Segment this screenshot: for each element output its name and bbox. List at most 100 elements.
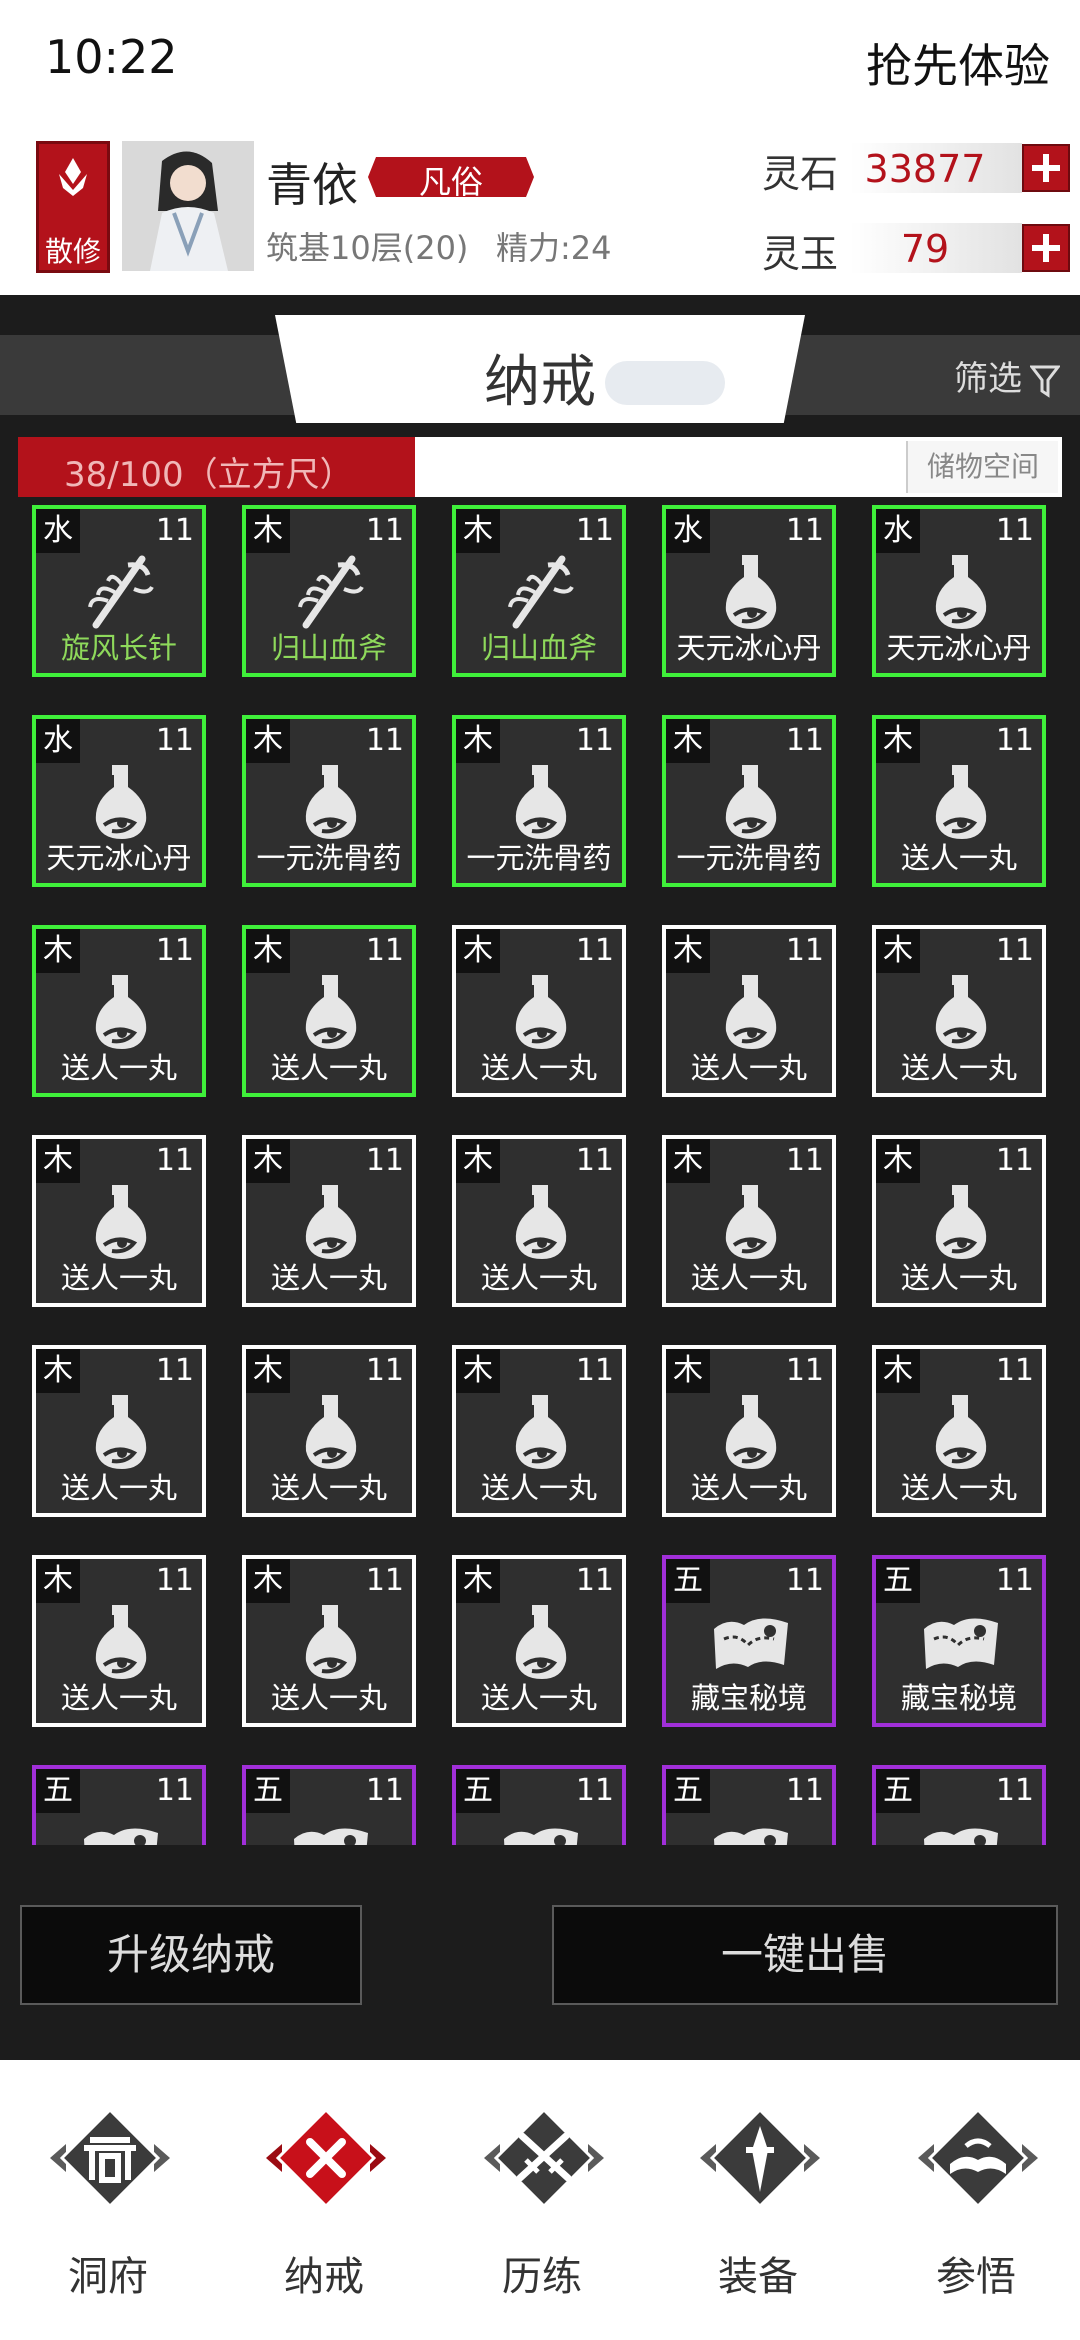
inventory-item[interactable]: 木 11 送人一丸 [32,925,206,1097]
inventory-item[interactable]: 木 11 送人一丸 [662,925,836,1097]
element-tag: 木 [456,1349,500,1393]
inventory-item[interactable]: 木 11 送人一丸 [872,1135,1046,1307]
storage-space-button[interactable]: 储物空间 [906,441,1058,493]
inventory-item[interactable]: 木 11 一元洗骨药 [242,715,416,887]
nav-item-3[interactable]: 装备 [668,2100,848,2300]
inventory-item[interactable]: 木 11 送人一丸 [452,925,626,1097]
energy-text: 精力:24 [496,229,612,267]
item-name: 天元冰心丹 [886,631,1032,665]
bottom-nav: 洞府 纳戒 历练 装备 参悟 [0,2060,1080,2340]
element-tag: 水 [36,509,80,553]
pill-bottle-icon [78,969,164,1055]
upgrade-ring-button[interactable]: 升级纳戒 [20,1905,362,2005]
inventory-item[interactable]: 水 11 天元冰心丹 [662,505,836,677]
pill-bottle-icon [78,759,164,845]
crossed-swords-icon [484,2107,604,2209]
nav-item-0[interactable]: 洞府 [18,2100,198,2300]
inventory-item[interactable]: 木 11 送人一丸 [452,1555,626,1727]
early-access-label[interactable]: 抢先体验 [866,30,1050,96]
item-level: 11 [365,1143,404,1178]
inventory-item[interactable]: 木 11 送人一丸 [872,1345,1046,1517]
inventory-item[interactable]: 木 11 送人一丸 [242,1555,416,1727]
element-tag: 木 [36,1559,80,1603]
inventory-item[interactable]: 木 11 送人一丸 [872,715,1046,887]
weapon-icon [288,549,374,635]
element-tag: 五 [666,1559,710,1603]
inventory-item[interactable]: 木 11 归山血斧 [452,505,626,677]
sell-all-button[interactable]: 一键出售 [552,1905,1058,2005]
inventory-item[interactable]: 木 11 送人一丸 [452,1345,626,1517]
inventory-item[interactable]: 木 11 送人一丸 [242,925,416,1097]
add-spirit-jade-button[interactable] [1022,224,1070,272]
item-name: 送人一丸 [690,1471,807,1505]
nav-item-2[interactable]: 历练 [452,2100,632,2300]
inventory-item[interactable]: 五 11 [242,1765,416,1845]
inventory-item[interactable]: 木 11 送人一丸 [32,1555,206,1727]
storage-ring-panel: 纳戒 筛选 38/100（立方尺） 储物空间 水 11 旋风长针木 11 归山血斧木 11… [0,295,1080,2060]
element-tag: 木 [666,929,710,973]
action-row: 升级纳戒 一键出售 [0,1905,1080,2015]
element-tag: 水 [36,719,80,763]
inventory-item[interactable]: 木 11 一元洗骨药 [452,715,626,887]
inventory-item[interactable]: 五 11 [662,1765,836,1845]
inventory-item[interactable]: 五 11 藏宝秘境 [872,1555,1046,1727]
element-tag: 木 [246,1559,290,1603]
element-tag: 水 [876,509,920,553]
inventory-item[interactable]: 木 11 送人一丸 [452,1135,626,1307]
filter-label: 筛选 [954,359,1022,399]
inventory-item[interactable]: 木 11 一元洗骨药 [662,715,836,887]
treasure-map-icon [708,1809,794,1845]
inventory-item[interactable]: 木 11 送人一丸 [242,1345,416,1517]
inventory-item[interactable]: 木 11 送人一丸 [242,1135,416,1307]
element-tag: 木 [876,1139,920,1183]
item-name: 送人一丸 [480,1681,597,1715]
filter-button[interactable]: 筛选 [954,351,1062,400]
pill-bottle-icon [498,969,584,1055]
element-tag: 水 [666,509,710,553]
inventory-item[interactable]: 水 11 天元冰心丹 [32,715,206,887]
inventory-item[interactable]: 木 11 送人一丸 [662,1135,836,1307]
item-level: 11 [155,513,194,548]
inventory-item[interactable]: 木 11 送人一丸 [662,1345,836,1517]
inventory-item[interactable]: 木 11 送人一丸 [872,925,1046,1097]
pill-bottle-icon [78,1179,164,1265]
pill-bottle-icon [918,549,1004,635]
pill-bottle-icon [918,1179,1004,1265]
element-tag: 木 [666,1139,710,1183]
inventory-item[interactable]: 水 11 天元冰心丹 [872,505,1046,677]
item-name: 送人一丸 [270,1681,387,1715]
nav-item-4[interactable]: 参悟 [886,2100,1066,2300]
element-tag: 五 [456,1769,500,1813]
element-tag: 五 [36,1769,80,1813]
inventory-item[interactable]: 五 11 [452,1765,626,1845]
item-level: 11 [575,1563,614,1598]
item-level: 11 [155,1143,194,1178]
inventory-item[interactable]: 木 11 送人一丸 [32,1345,206,1517]
item-name: 送人一丸 [480,1051,597,1085]
nav-item-1[interactable]: 纳戒 [234,2100,414,2300]
item-level: 11 [365,513,404,548]
add-spirit-stone-button[interactable] [1022,144,1070,192]
item-name: 旋风长针 [60,631,177,665]
pill-bottle-icon [288,1179,374,1265]
nav-label: 参悟 [936,2254,1016,2300]
capacity-bar: 38/100（立方尺） 储物空间 [18,437,1062,497]
realm-text: 筑基10层(20) [266,229,469,267]
inventory-item[interactable]: 五 11 [872,1765,1046,1845]
rank-label: 凡俗 [418,163,483,201]
inventory-item[interactable]: 木 11 归山血斧 [242,505,416,677]
tab-storage-ring[interactable]: 纳戒 [275,315,805,423]
pill-bottle-icon [918,1389,1004,1475]
treasure-map-icon [708,1599,794,1685]
inventory-item[interactable]: 五 11 [32,1765,206,1845]
item-level: 11 [575,1773,614,1808]
element-tag: 五 [876,1769,920,1813]
element-tag: 木 [36,1139,80,1183]
inventory-item[interactable]: 水 11 旋风长针 [32,505,206,677]
avatar[interactable] [122,141,254,271]
inventory-item[interactable]: 五 11 藏宝秘境 [662,1555,836,1727]
weapon-icon [78,549,164,635]
item-level: 11 [785,513,824,548]
inventory-item[interactable]: 木 11 送人一丸 [32,1135,206,1307]
sect-badge[interactable]: 散修 [36,141,110,273]
